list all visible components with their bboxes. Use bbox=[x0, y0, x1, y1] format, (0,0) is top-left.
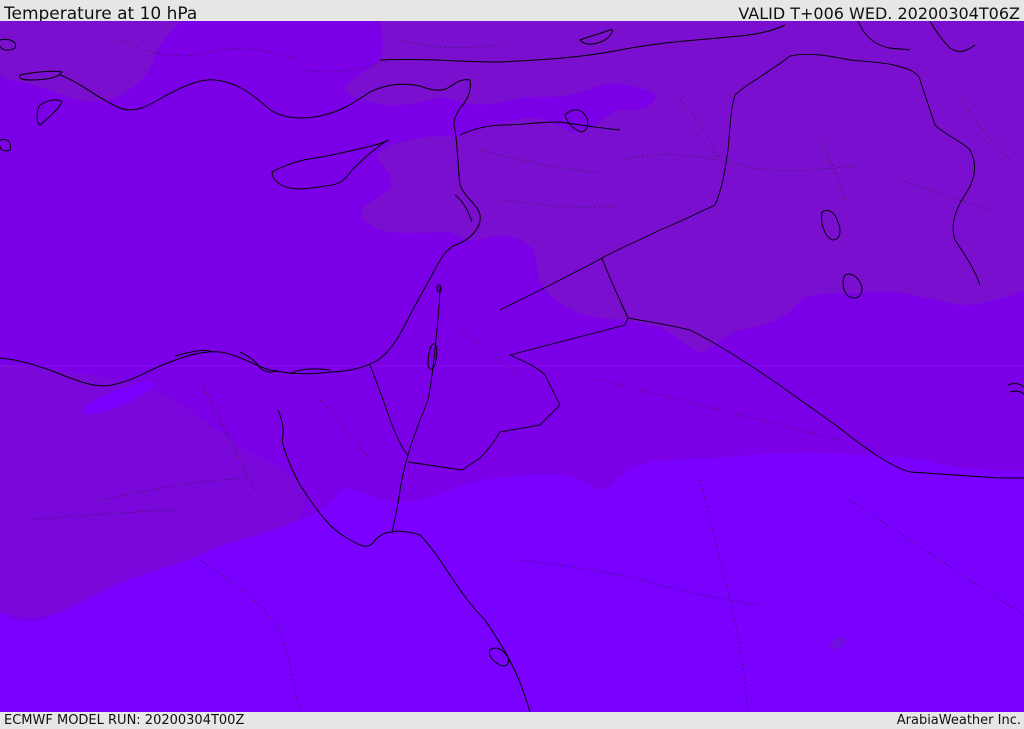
map-canvas bbox=[0, 21, 1024, 712]
warm-spot-armenia bbox=[606, 90, 654, 110]
brand-label: ArabiaWeather Inc. bbox=[896, 713, 1021, 728]
footer-bar: ECMWF MODEL RUN: 20200304T00Z ArabiaWeat… bbox=[0, 712, 1024, 729]
model-run-label: ECMWF MODEL RUN: 20200304T00Z bbox=[4, 713, 245, 728]
forecast-map-frame: Temperature at 10 hPa VALID T+006 WED. 2… bbox=[0, 0, 1024, 729]
temperature-map[interactable] bbox=[0, 21, 1024, 712]
header-bar: Temperature at 10 hPa VALID T+006 WED. 2… bbox=[0, 0, 1024, 24]
